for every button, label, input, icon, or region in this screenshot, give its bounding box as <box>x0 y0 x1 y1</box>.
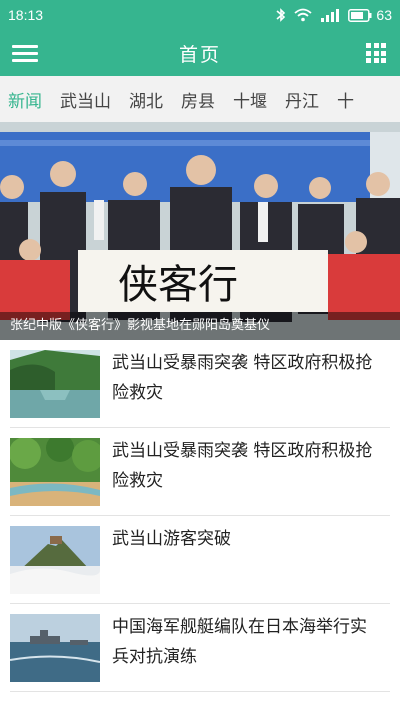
battery-percent: 63 <box>376 7 392 23</box>
tab-wudangshan[interactable]: 武当山 <box>60 87 111 112</box>
scroll-calligraphy: 侠客行 <box>118 262 238 308</box>
wifi-icon <box>294 8 313 22</box>
banner-caption: 张纪中版《侠客行》影视基地在郧阳岛奠基仪 <box>0 312 400 340</box>
news-thumbnail <box>10 526 100 594</box>
headline-banner[interactable]: 侠客行 张纪中版《侠客行》影视基地在郧阳岛奠基仪 <box>0 122 400 340</box>
news-title: 中国海军舰艇编队在日本海举行实兵对抗演练 <box>112 617 367 667</box>
status-time: 18:13 <box>8 7 44 23</box>
category-tabs: 新闻 武当山 湖北 房县 十堰 丹江 十 <box>0 76 400 122</box>
battery-indicator: 63 <box>348 7 392 23</box>
tab-shiyan[interactable]: 十堰 <box>233 87 267 112</box>
naval-fleet-photo-icon <box>10 614 100 682</box>
news-title: 武当山受暴雨突袭 特区政府积极抢险救灾 <box>112 353 373 403</box>
list-item[interactable]: 武当山游客突破 <box>10 516 390 604</box>
list-item[interactable]: 武当山受暴雨突袭 特区政府积极抢险救灾 <box>10 340 390 428</box>
status-icons: 63 <box>276 7 392 23</box>
forest-stream-photo-icon <box>10 438 100 506</box>
list-item[interactable]: 中国海军舰艇编队在日本海举行实兵对抗演练 <box>10 604 390 692</box>
battery-icon <box>348 8 372 22</box>
tab-fangxian[interactable]: 房县 <box>181 87 215 112</box>
tab-more[interactable]: 十 <box>337 87 354 112</box>
tab-danjiang[interactable]: 丹江 <box>285 87 319 112</box>
grid-apps-icon[interactable] <box>366 43 386 63</box>
news-title: 武当山游客突破 <box>112 529 231 549</box>
banner-photo: 侠客行 <box>0 122 400 340</box>
news-thumbnail <box>10 438 100 506</box>
tab-news[interactable]: 新闻 <box>8 87 42 112</box>
mountain-peak-photo-icon <box>10 526 100 594</box>
lake-river-photo-icon <box>10 350 100 418</box>
tab-hubei[interactable]: 湖北 <box>129 87 163 112</box>
status-bar: 18:13 63 <box>0 0 400 30</box>
page-title: 首页 <box>178 43 221 66</box>
news-list: 武当山受暴雨突袭 特区政府积极抢险救灾 武当山受暴雨突袭 特区政府积极抢险救灾 … <box>10 340 390 692</box>
news-thumbnail <box>10 614 100 682</box>
news-thumbnail <box>10 350 100 418</box>
app-bar: 首页 <box>0 30 400 76</box>
bluetooth-icon <box>276 8 286 22</box>
list-item[interactable]: 武当山受暴雨突袭 特区政府积极抢险救灾 <box>10 428 390 516</box>
signal-icon <box>321 9 340 22</box>
news-title: 武当山受暴雨突袭 特区政府积极抢险救灾 <box>112 441 373 491</box>
